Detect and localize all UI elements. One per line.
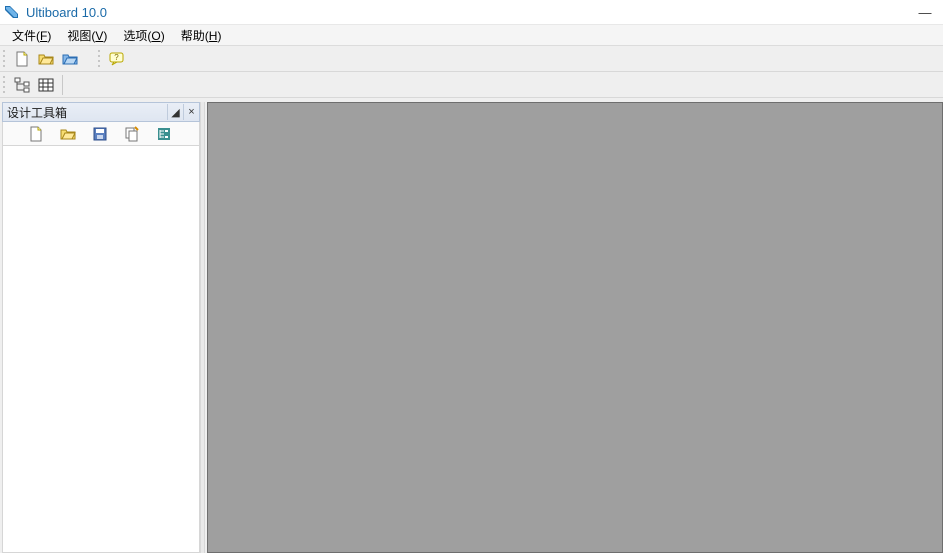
menu-label: 视图 [67,29,91,43]
menu-label: 文件 [12,29,36,43]
new-file-button[interactable] [11,48,33,70]
open-example-button[interactable] [59,48,81,70]
panel-pin-button[interactable]: ◢ [167,104,183,120]
menu-help[interactable]: 帮助(H) [173,25,230,46]
menu-label: 帮助 [181,29,205,43]
menu-accel: V [95,29,103,43]
panel-copy-button[interactable] [121,123,143,145]
toolbar-separator [62,75,63,95]
menu-accel: O [151,29,160,43]
menu-accel: H [209,29,218,43]
grid-table-button[interactable] [35,74,57,96]
app-logo-icon [4,4,20,20]
standard-toolbar: ? [0,46,943,72]
menu-file[interactable]: 文件(F) [4,25,59,46]
panel-tree-tag-button[interactable] [153,123,175,145]
panel-tree-body[interactable] [2,146,200,553]
panel-toolbar [2,122,200,146]
panel-save-button[interactable] [89,123,111,145]
help-bubble-button[interactable]: ? [106,48,128,70]
panel-header: 设计工具箱 ◢ × [2,102,200,122]
workspace: 设计工具箱 ◢ × [0,98,943,553]
side-panel: 设计工具箱 ◢ × [0,98,200,553]
panel-close-button[interactable]: × [183,104,199,120]
menu-bar: 文件(F) 视图(V) 选项(O) 帮助(H) [0,24,943,46]
svg-text:?: ? [114,53,119,62]
minimize-button[interactable]: — [911,5,939,20]
open-folder-button[interactable] [35,48,57,70]
toolbar-grip[interactable] [97,48,103,70]
tree-structure-button[interactable] [11,74,33,96]
title-bar: Ultiboard 10.0 — [0,0,943,24]
menu-label: 选项 [123,29,147,43]
view-toolbar [0,72,943,98]
design-canvas[interactable] [207,102,943,553]
panel-open-button[interactable] [57,123,79,145]
panel-title: 设计工具箱 [7,104,67,121]
menu-view[interactable]: 视图(V) [59,25,115,46]
menu-options[interactable]: 选项(O) [115,25,172,46]
toolbar-grip[interactable] [2,48,8,70]
menu-accel: F [40,29,47,43]
toolbar-grip[interactable] [2,74,8,96]
canvas-container [205,98,943,553]
panel-new-button[interactable] [25,123,47,145]
app-title: Ultiboard 10.0 [26,5,107,20]
